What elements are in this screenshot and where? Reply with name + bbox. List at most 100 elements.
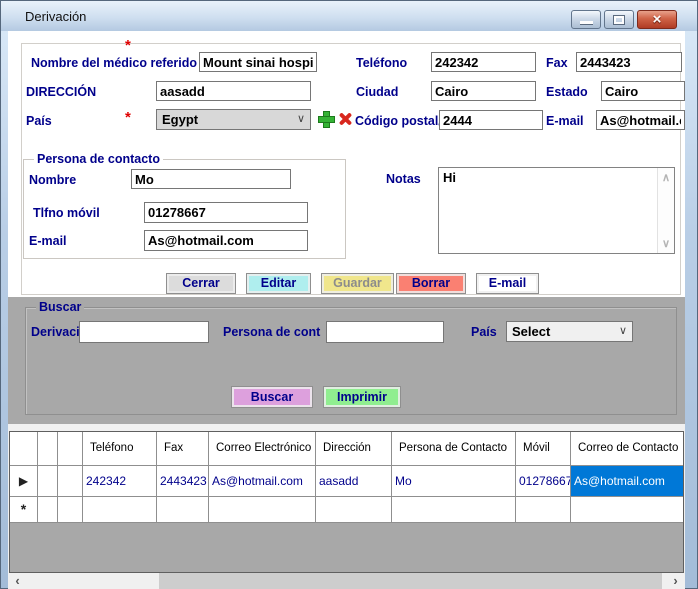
notas-scrollbar[interactable]: ∧ ∨ [657, 168, 674, 253]
notas-label: Notas [386, 172, 421, 186]
imprimir-button[interactable]: Imprimir [323, 386, 401, 408]
notas-textarea[interactable]: Hi ∧ ∨ [438, 167, 675, 254]
column-header-movil[interactable]: Móvil [516, 432, 571, 465]
panel-gap [8, 424, 685, 431]
grid-cell-telefono[interactable]: 242342 [83, 466, 157, 496]
grid-cell-fax[interactable]: 2443423 [157, 466, 209, 496]
maximize-button[interactable] [604, 10, 634, 29]
direccion-input[interactable] [156, 81, 311, 101]
grid-cell[interactable] [83, 497, 157, 522]
guardar-button[interactable]: Guardar [321, 273, 394, 294]
delete-country-icon[interactable] [338, 112, 353, 126]
borrar-button[interactable]: Borrar [396, 273, 466, 294]
results-grid[interactable]: Teléfono Fax Correo Electrónico Direcció… [9, 431, 684, 573]
email-input[interactable] [596, 110, 685, 130]
close-button[interactable]: × [637, 10, 677, 29]
required-icon: * [125, 37, 131, 54]
current-row-icon[interactable]: ▶ [10, 466, 38, 496]
column-header[interactable] [38, 432, 58, 465]
search-persona-input[interactable] [326, 321, 444, 343]
cerrar-button[interactable]: Cerrar [166, 273, 236, 294]
app-window: Derivación × * Nombre del médico referid… [0, 0, 698, 589]
form-content: * Nombre del médico referido Teléfono Fa… [8, 31, 685, 589]
grid-cell-correo-contacto-selected[interactable]: As@hotmail.com [571, 466, 683, 496]
minimize-button[interactable] [571, 10, 601, 29]
search-pais-label: País [471, 325, 497, 339]
contact-nombre-label: Nombre [29, 173, 76, 187]
telefono-input[interactable] [431, 52, 536, 72]
pais-combo[interactable]: Egypt ∨ [156, 109, 311, 130]
grid-cell[interactable] [58, 466, 83, 496]
column-header-telefono[interactable]: Teléfono [83, 432, 157, 465]
column-header-direccion[interactable]: Dirección [316, 432, 392, 465]
table-row-new[interactable]: * [10, 497, 683, 523]
column-header-persona-contacto[interactable]: Persona de Contacto [392, 432, 516, 465]
referral-section: * Nombre del médico referido Teléfono Fa… [8, 31, 685, 297]
search-pais-combo[interactable]: Select ∨ [506, 321, 633, 342]
contact-movil-input[interactable] [144, 202, 308, 223]
required-icon: * [125, 109, 131, 126]
grid-cell-direccion[interactable]: aasadd [316, 466, 392, 496]
new-row-icon[interactable]: * [10, 497, 38, 522]
scroll-left-icon[interactable]: ‹ [9, 573, 26, 589]
grid-cell-persona-contacto[interactable]: Mo [392, 466, 516, 496]
chevron-down-icon: ∨ [619, 324, 627, 337]
grid-cell[interactable] [316, 497, 392, 522]
ciudad-input[interactable] [431, 81, 536, 101]
contact-movil-label: Tlfno móvil [33, 206, 100, 220]
referred-name-input[interactable] [199, 52, 317, 72]
table-row[interactable]: ▶ 242342 2443423 As@hotmail.com aasadd M… [10, 466, 683, 497]
telefono-label: Teléfono [356, 56, 407, 70]
estado-input[interactable] [601, 81, 685, 101]
column-header[interactable] [58, 432, 83, 465]
scroll-up-icon[interactable]: ∧ [658, 171, 674, 184]
contact-email-input[interactable] [144, 230, 308, 251]
codigo-postal-label: Código postal/C [355, 114, 451, 128]
buscar-button[interactable]: Buscar [231, 386, 313, 408]
search-title: Buscar [36, 300, 84, 314]
grid-cell[interactable] [58, 497, 83, 522]
email-button[interactable]: E-mail [476, 273, 539, 294]
column-header-correo-contacto[interactable]: Correo de Contacto [571, 432, 683, 465]
maximize-icon [614, 16, 624, 24]
add-country-icon[interactable] [318, 111, 333, 126]
grid-cell[interactable] [516, 497, 571, 522]
scroll-right-icon[interactable]: › [667, 573, 684, 589]
editar-button[interactable]: Editar [246, 273, 311, 294]
search-derivacion-input[interactable] [79, 321, 209, 343]
direccion-label: DIRECCIÓN [26, 85, 96, 99]
grid-cell[interactable] [38, 466, 58, 496]
grid-cell-movil[interactable]: 01278667 [516, 466, 571, 496]
window-title: Derivación [25, 9, 86, 24]
titlebar[interactable]: Derivación × [1, 1, 697, 31]
referred-name-label: Nombre del médico referido [31, 56, 197, 70]
horizontal-scrollbar[interactable]: ‹ › [9, 573, 684, 589]
grid-corner-cell [10, 432, 38, 465]
search-pais-value: Select [512, 324, 550, 339]
grid-cell-correo-electronico[interactable]: As@hotmail.com [209, 466, 316, 496]
codigo-postal-input[interactable] [439, 110, 543, 130]
grid-cell[interactable] [157, 497, 209, 522]
search-section: Buscar Derivació Persona de cont País Se… [8, 297, 685, 424]
scrollbar-thumb[interactable] [159, 573, 662, 589]
grid-cell[interactable] [38, 497, 58, 522]
contact-email-label: E-mail [29, 234, 67, 248]
email-label: E-mail [546, 114, 584, 128]
column-header-correo-electronico[interactable]: Correo Electrónico [209, 432, 316, 465]
grid-cell[interactable] [392, 497, 516, 522]
close-icon: × [638, 11, 676, 28]
fax-label: Fax [546, 56, 568, 70]
estado-label: Estado [546, 85, 588, 99]
grid-cell[interactable] [209, 497, 316, 522]
notas-text: Hi [443, 170, 456, 185]
column-header-fax[interactable]: Fax [157, 432, 209, 465]
contact-nombre-input[interactable] [131, 169, 291, 189]
scroll-down-icon[interactable]: ∨ [658, 237, 674, 250]
grid-cell[interactable] [571, 497, 683, 522]
search-persona-label: Persona de cont [223, 325, 320, 339]
ciudad-label: Ciudad [356, 85, 398, 99]
grid-header-row: Teléfono Fax Correo Electrónico Direcció… [10, 432, 683, 466]
pais-label: País [26, 114, 52, 128]
chevron-down-icon: ∨ [297, 112, 305, 125]
fax-input[interactable] [576, 52, 682, 72]
